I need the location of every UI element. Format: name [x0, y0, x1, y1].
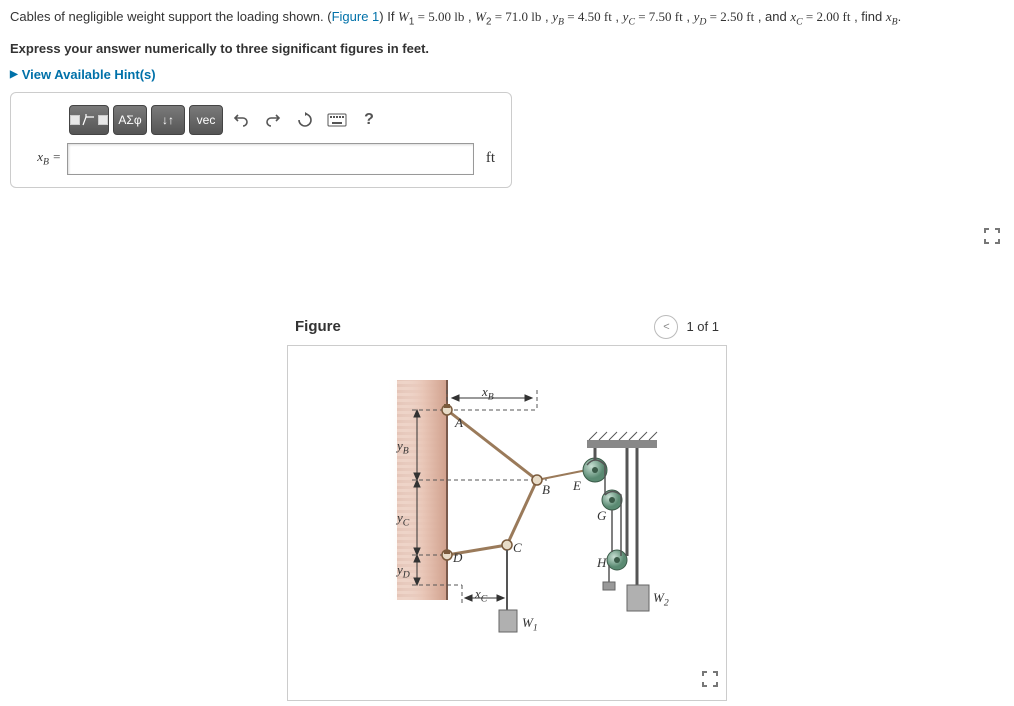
expand-panel-icon[interactable]: [984, 228, 1000, 249]
label-E: E: [573, 478, 581, 494]
label-yC: yC: [397, 510, 409, 529]
figure-title: Figure: [295, 318, 341, 335]
vector-button[interactable]: vec: [189, 105, 223, 135]
label-xC: xC: [475, 586, 487, 605]
label-C: C: [513, 540, 522, 556]
subscript-superscript-button[interactable]: ↓↑: [151, 105, 185, 135]
equation-toolbar: ΑΣφ ↓↑ vec ?: [69, 105, 501, 135]
reset-button[interactable]: [291, 106, 319, 134]
label-B: B: [542, 482, 550, 498]
answer-variable-label: xB =: [21, 149, 61, 168]
answer-input[interactable]: [67, 143, 474, 175]
figure-pager: < 1 of 1: [654, 315, 719, 339]
figure-reference-link[interactable]: Figure 1: [332, 9, 380, 24]
label-W1: W1: [522, 615, 538, 634]
label-H: H: [597, 555, 606, 571]
greek-button[interactable]: ΑΣφ: [113, 105, 147, 135]
label-xB: xB: [482, 384, 494, 403]
figure-expand-icon[interactable]: [702, 671, 718, 692]
figure-pager-label: 1 of 1: [686, 319, 719, 334]
diagram-svg: [327, 360, 687, 650]
figure-section: Figure < 1 of 1: [287, 309, 727, 701]
redo-button[interactable]: [259, 106, 287, 134]
help-button[interactable]: ?: [355, 106, 383, 134]
answer-unit: ft: [480, 150, 501, 167]
figure-prev-button[interactable]: <: [654, 315, 678, 339]
keyboard-button[interactable]: [323, 106, 351, 134]
label-yD: yD: [397, 562, 410, 581]
undo-button[interactable]: [227, 106, 255, 134]
label-A: A: [455, 415, 463, 431]
label-W2: W2: [653, 590, 669, 609]
label-yB: yB: [397, 438, 409, 457]
answer-panel: ΑΣφ ↓↑ vec ? xB = ft: [10, 92, 512, 188]
template-button[interactable]: [69, 105, 109, 135]
answer-instruction: Express your answer numerically to three…: [10, 37, 1004, 60]
label-D: D: [453, 550, 462, 566]
view-hints-toggle[interactable]: View Available Hint(s): [10, 67, 1004, 82]
label-G: G: [597, 508, 606, 524]
figure-body: A B C D E G H xB xC yB yC yD W1: [287, 345, 727, 701]
diagram: A B C D E G H xB xC yB yC yD W1: [327, 360, 687, 650]
problem-statement: Cables of negligible weight support the …: [10, 5, 1004, 31]
